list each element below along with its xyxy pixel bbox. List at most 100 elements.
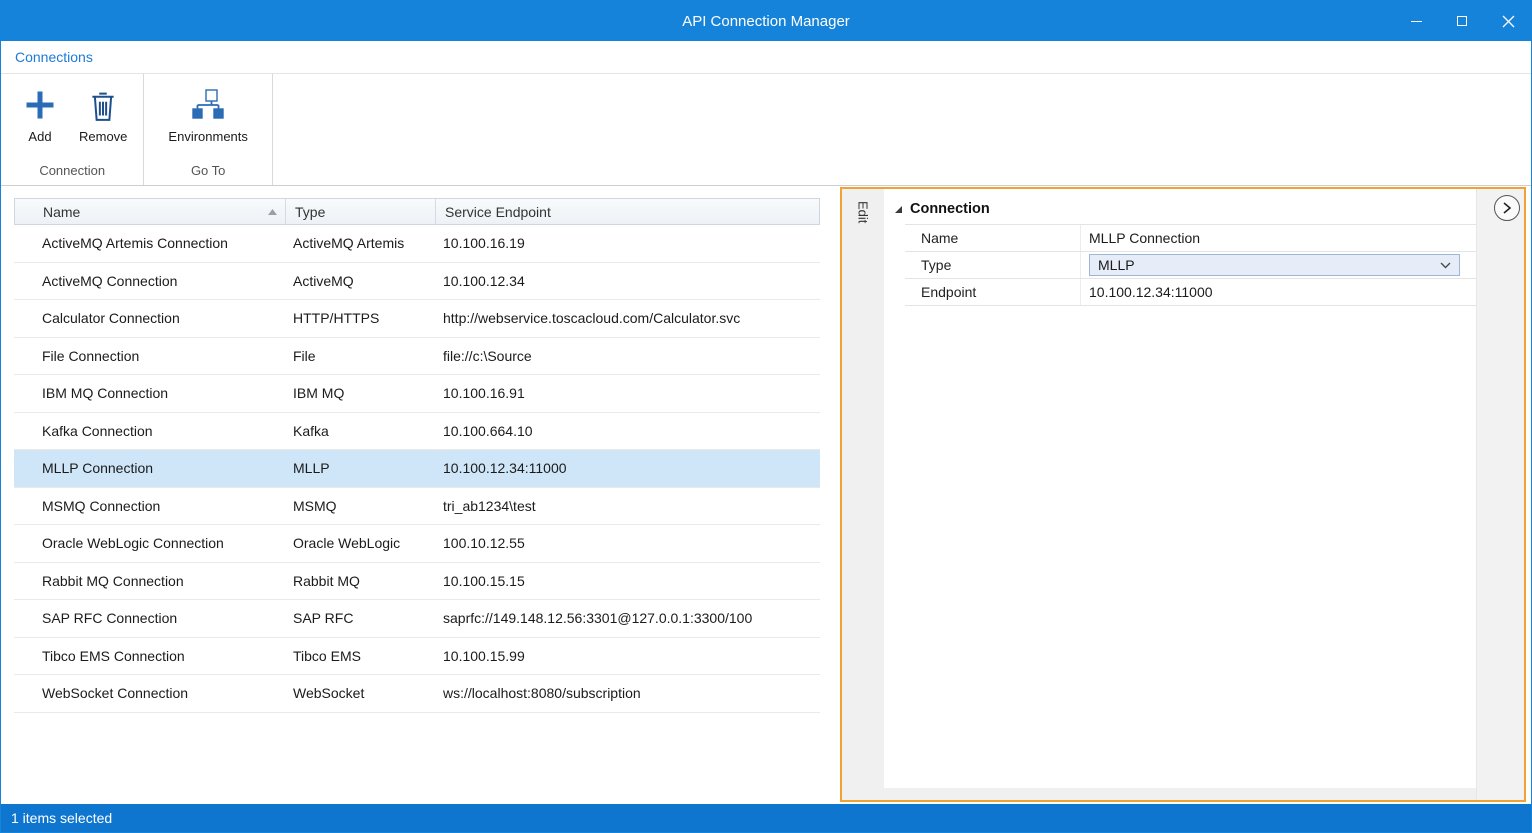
cell-endpoint: 10.100.15.15 xyxy=(434,573,820,589)
edit-tab: Edit xyxy=(842,189,884,800)
close-icon xyxy=(1502,15,1515,28)
cell-type: SAP RFC xyxy=(284,610,434,626)
chevron-down-icon xyxy=(1440,262,1451,269)
name-field-label: Name xyxy=(905,225,1081,251)
cell-type: IBM MQ xyxy=(284,385,434,401)
api-connection-manager-window: API Connection Manager Connections xyxy=(0,0,1532,833)
add-button[interactable]: Add xyxy=(13,82,67,148)
status-text: 1 items selected xyxy=(11,810,112,826)
table-body: ActiveMQ Artemis ConnectionActiveMQ Arte… xyxy=(14,225,820,713)
table-row[interactable]: IBM MQ ConnectionIBM MQ10.100.16.91 xyxy=(14,375,820,413)
table-row[interactable]: ActiveMQ Artemis ConnectionActiveMQ Arte… xyxy=(14,225,820,263)
remove-button-label: Remove xyxy=(79,129,127,144)
table-row[interactable]: MSMQ ConnectionMSMQtri_ab1234\test xyxy=(14,488,820,526)
cell-type: ActiveMQ Artemis xyxy=(284,235,434,251)
cell-name: Rabbit MQ Connection xyxy=(14,573,284,589)
cell-name: Calculator Connection xyxy=(14,310,284,326)
cell-type: Rabbit MQ xyxy=(284,573,434,589)
cell-endpoint: 10.100.12.34:11000 xyxy=(434,460,820,476)
minimize-icon xyxy=(1411,21,1422,22)
table-row[interactable]: MLLP ConnectionMLLP10.100.12.34:11000 xyxy=(14,450,820,488)
cell-endpoint: ws://localhost:8080/subscription xyxy=(434,685,820,701)
edit-tab-label[interactable]: Edit xyxy=(856,201,871,800)
cell-endpoint: http://webservice.toscacloud.com/Calcula… xyxy=(434,310,820,326)
cell-name: ActiveMQ Connection xyxy=(14,273,284,289)
cell-endpoint: 10.100.15.99 xyxy=(434,648,820,664)
cell-endpoint: 10.100.16.91 xyxy=(434,385,820,401)
group-label-goto: Go To xyxy=(144,163,271,185)
cell-name: MLLP Connection xyxy=(14,460,284,476)
table-row[interactable]: File ConnectionFilefile://c:\Source xyxy=(14,338,820,376)
window-controls xyxy=(1393,1,1531,41)
cell-name: IBM MQ Connection xyxy=(14,385,284,401)
collapse-panel-button[interactable] xyxy=(1494,195,1520,221)
cell-type: WebSocket xyxy=(284,685,434,701)
minimize-button[interactable] xyxy=(1393,1,1439,41)
cell-type: MLLP xyxy=(284,460,434,476)
table-row[interactable]: Rabbit MQ ConnectionRabbit MQ10.100.15.1… xyxy=(14,563,820,601)
column-header-type-label: Type xyxy=(295,204,325,220)
edit-panel-content: Connection Name MLLP Connection Type MLL… xyxy=(884,189,1476,788)
endpoint-field-value[interactable]: 10.100.12.34:11000 xyxy=(1081,284,1476,300)
environments-button-label: Environments xyxy=(168,129,247,144)
cell-endpoint: 10.100.664.10 xyxy=(434,423,820,439)
cell-endpoint: saprfc://149.148.12.56:3301@127.0.0.1:33… xyxy=(434,610,820,626)
cell-type: Kafka xyxy=(284,423,434,439)
ribbon-group-goto: Environments Go To xyxy=(144,74,272,185)
cell-type: Oracle WebLogic xyxy=(284,535,434,551)
add-button-label: Add xyxy=(28,129,51,144)
column-header-name-label: Name xyxy=(43,204,80,220)
type-field-label: Type xyxy=(905,252,1081,278)
cell-type: HTTP/HTTPS xyxy=(284,310,434,326)
table-row[interactable]: Calculator ConnectionHTTP/HTTPShttp://we… xyxy=(14,300,820,338)
endpoint-field-label: Endpoint xyxy=(905,279,1081,305)
table-row[interactable]: SAP RFC ConnectionSAP RFCsaprfc://149.14… xyxy=(14,600,820,638)
title-bar: API Connection Manager xyxy=(1,1,1531,41)
cell-name: Kafka Connection xyxy=(14,423,284,439)
property-grid: Name MLLP Connection Type MLLP xyxy=(905,224,1476,306)
connection-section-header: Connection xyxy=(884,189,1476,224)
type-dropdown-value: MLLP xyxy=(1098,257,1135,273)
cell-name: ActiveMQ Artemis Connection xyxy=(14,235,284,251)
expander-icon[interactable] xyxy=(894,205,903,214)
maximize-icon xyxy=(1457,16,1467,26)
close-button[interactable] xyxy=(1485,1,1531,41)
column-header-endpoint-label: Service Endpoint xyxy=(445,204,551,220)
cell-endpoint: 10.100.16.19 xyxy=(434,235,820,251)
ribbon: Add Remove Connection xyxy=(1,74,1531,186)
cell-endpoint: tri_ab1234\test xyxy=(434,498,820,514)
column-header-endpoint[interactable]: Service Endpoint xyxy=(435,199,819,224)
cell-name: File Connection xyxy=(14,348,284,364)
table-row[interactable]: Tibco EMS ConnectionTibco EMS10.100.15.9… xyxy=(14,638,820,676)
name-field-value[interactable]: MLLP Connection xyxy=(1081,230,1476,246)
section-title: Connection xyxy=(910,201,990,217)
table-header: Name Type Service Endpoint xyxy=(14,198,820,225)
cell-name: Oracle WebLogic Connection xyxy=(14,535,284,551)
maximize-button[interactable] xyxy=(1439,1,1485,41)
connections-table: Name Type Service Endpoint ActiveMQ Arte… xyxy=(14,198,820,713)
cell-endpoint: 10.100.12.34 xyxy=(434,273,820,289)
cell-endpoint: 100.10.12.55 xyxy=(434,535,820,551)
type-dropdown[interactable]: MLLP xyxy=(1089,254,1460,276)
cell-name: Tibco EMS Connection xyxy=(14,648,284,664)
table-row[interactable]: Oracle WebLogic ConnectionOracle WebLogi… xyxy=(14,525,820,563)
remove-button[interactable]: Remove xyxy=(73,82,133,148)
window-title: API Connection Manager xyxy=(1,13,1531,30)
cell-endpoint: file://c:\Source xyxy=(434,348,820,364)
table-row[interactable]: ActiveMQ ConnectionActiveMQ10.100.12.34 xyxy=(14,263,820,301)
cell-name: SAP RFC Connection xyxy=(14,610,284,626)
environments-button[interactable]: Environments xyxy=(162,82,253,148)
status-bar: 1 items selected xyxy=(1,804,1531,832)
tab-connections[interactable]: Connections xyxy=(15,49,93,65)
table-row[interactable]: Kafka ConnectionKafka10.100.664.10 xyxy=(14,413,820,451)
cell-name: WebSocket Connection xyxy=(14,685,284,701)
cell-type: Tibco EMS xyxy=(284,648,434,664)
table-row[interactable]: WebSocket ConnectionWebSocketws://localh… xyxy=(14,675,820,713)
cell-type: ActiveMQ xyxy=(284,273,434,289)
column-header-name[interactable]: Name xyxy=(15,199,285,224)
environments-icon xyxy=(190,86,226,124)
column-header-type[interactable]: Type xyxy=(285,199,435,224)
cell-type: MSMQ xyxy=(284,498,434,514)
ribbon-tab-row: Connections xyxy=(1,41,1531,74)
ribbon-group-connection: Add Remove Connection xyxy=(1,74,144,185)
